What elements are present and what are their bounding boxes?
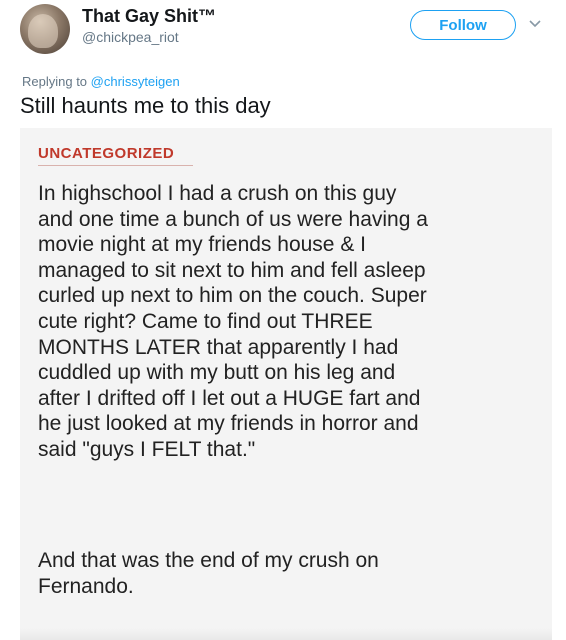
ending-line: And that was the end of my crush on (38, 549, 379, 572)
follow-button[interactable]: Follow (410, 10, 516, 40)
tweet-header: That Gay Shit™ @chickpea_riot Follow (0, 0, 566, 62)
story-line: said "guys I FELT that." (38, 437, 256, 461)
avatar[interactable] (20, 4, 70, 54)
story-line: managed to sit next to him and fell asle… (38, 258, 426, 282)
ending-line: Fernando. (38, 574, 134, 598)
card-bottom-edge (20, 628, 552, 640)
display-name[interactable]: That Gay Shit™ (82, 6, 216, 27)
replying-handle-link[interactable]: @chrissyteigen (91, 74, 180, 89)
screenshot-card: UNCATEGORIZED In highschool I had a crus… (20, 128, 552, 640)
story-line: In highschool I had a crush on this guy (38, 182, 397, 205)
story-line: after I drifted off I let out a HUGE far… (38, 386, 421, 410)
category-label: UNCATEGORIZED (38, 145, 175, 162)
story-text: In highschool I had a crush on this guy … (38, 181, 538, 463)
story-line: he just looked at my friends in horror a… (38, 412, 419, 436)
category-underline (38, 165, 193, 166)
story-line: movie night at my friends house & I (38, 233, 366, 257)
chevron-down-icon[interactable] (526, 14, 544, 32)
replying-prefix: Replying to (22, 74, 88, 89)
tweet-text: Still haunts me to this day (20, 93, 271, 118)
story-ending: And that was the end of my crush on Fern… (38, 548, 538, 599)
story-line: cute right? Came to find out THREE (38, 309, 373, 333)
story-line: and one time a bunch of us were having a (38, 207, 428, 231)
story-line: MONTHS LATER that apparently I had (38, 335, 399, 359)
replying-to: Replying to @chrissyteigen (22, 74, 180, 89)
avatar-image (28, 14, 58, 48)
story-line: curled up next to him on the couch. Supe… (38, 284, 427, 308)
username[interactable]: @chickpea_riot (82, 29, 179, 45)
story-line: cuddled up with my butt on his leg and (38, 361, 396, 385)
